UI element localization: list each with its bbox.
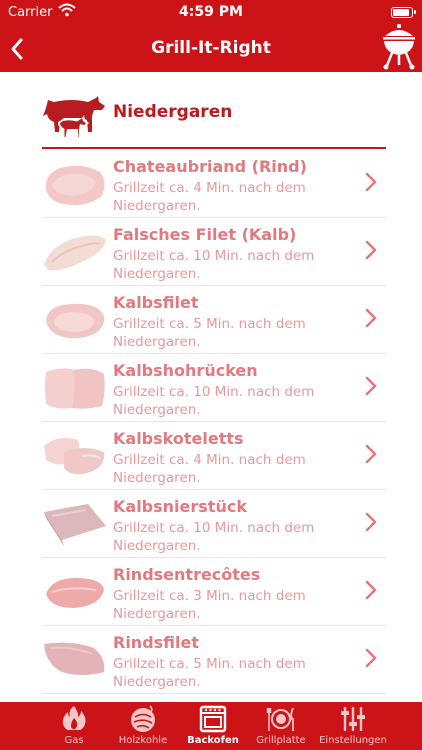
tab-bar: Gas Holzkohle Backofen Grillplatte Einst… bbox=[0, 702, 422, 750]
meat-thumbnail bbox=[44, 642, 105, 675]
flame-icon bbox=[62, 706, 86, 732]
tab-einstellungen[interactable]: Einstellungen bbox=[316, 702, 390, 750]
chevron-right-icon bbox=[365, 444, 377, 464]
meat-thumbnail bbox=[46, 578, 104, 608]
cut-list: Chateaubriand (Rind) Grillzeit ca. 4 Min… bbox=[42, 150, 386, 694]
meat-thumbnail bbox=[46, 303, 105, 339]
chevron-right-icon bbox=[365, 240, 377, 260]
tab-label: Grillplatte bbox=[256, 735, 306, 746]
list-item-kalbsfilet[interactable]: Kalbsfilet Grillzeit ca. 5 Min. nach dem… bbox=[42, 286, 386, 354]
list-item-kalbshohruecken[interactable]: Kalbshohrücken Grillzeit ca. 10 Min. nac… bbox=[42, 354, 386, 422]
item-title: Kalbsfilet bbox=[113, 293, 199, 312]
meat-thumbnail bbox=[44, 235, 106, 271]
item-description: Grillzeit ca. 3 Min. nach dem Niedergare… bbox=[113, 588, 306, 622]
clock: 4:59 PM bbox=[179, 4, 243, 20]
chevron-right-icon bbox=[365, 648, 377, 668]
chevron-right-icon bbox=[365, 580, 377, 600]
chevron-right-icon bbox=[365, 172, 377, 192]
meat-thumbnail bbox=[45, 165, 105, 205]
tab-holzkohle[interactable]: Holzkohle bbox=[112, 702, 174, 750]
item-title: Chateaubriand (Rind) bbox=[113, 157, 307, 176]
item-title: Rindsfilet bbox=[113, 633, 200, 652]
item-description: Grillzeit ca. 5 Min. nach dem Niedergare… bbox=[113, 316, 306, 350]
item-description: Grillzeit ca. 10 Min. nach dem Niedergar… bbox=[113, 384, 315, 418]
list-item-rindsfilet[interactable]: Rindsfilet Grillzeit ca. 5 Min. nach dem… bbox=[42, 626, 386, 694]
status-bar: Carrier 4:59 PM bbox=[0, 0, 422, 26]
chevron-right-icon bbox=[365, 512, 377, 532]
item-title: Kalbskoteletts bbox=[113, 429, 244, 448]
item-description: Grillzeit ca. 4 Min. nach dem Niedergare… bbox=[113, 452, 306, 486]
tab-grillplatte[interactable]: Grillplatte bbox=[252, 702, 310, 750]
cow-and-calf-icon bbox=[43, 96, 105, 138]
list-item-chateaubriand[interactable]: Chateaubriand (Rind) Grillzeit ca. 4 Min… bbox=[42, 150, 386, 218]
list-item-kalbsnierstueck[interactable]: Kalbsnierstück Grillzeit ca. 10 Min. nac… bbox=[42, 490, 386, 558]
kettle-grill-icon[interactable] bbox=[380, 22, 418, 70]
charcoal-icon bbox=[131, 705, 155, 732]
tab-label: Holzkohle bbox=[118, 735, 168, 746]
list-item-rindsentrecotes[interactable]: Rindsentrecôtes Grillzeit ca. 3 Min. nac… bbox=[42, 558, 386, 626]
chevron-right-icon bbox=[365, 376, 377, 396]
sliders-icon bbox=[341, 707, 365, 731]
oven-icon bbox=[199, 705, 227, 733]
item-description: Grillzeit ca. 10 Min. nach dem Niedergar… bbox=[113, 248, 315, 282]
tab-gas[interactable]: Gas bbox=[48, 702, 100, 750]
list-item-kalbskoteletts[interactable]: Kalbskoteletts Grillzeit ca. 4 Min. nach… bbox=[42, 422, 386, 490]
chevron-right-icon bbox=[365, 308, 377, 328]
section-header: Niedergaren bbox=[42, 92, 386, 149]
item-description: Grillzeit ca. 4 Min. nach dem Niedergare… bbox=[113, 180, 306, 214]
item-title: Falsches Filet (Kalb) bbox=[113, 225, 297, 244]
meat-thumbnail bbox=[44, 438, 105, 475]
page-title: Grill-It-Right bbox=[151, 38, 271, 58]
section-title: Niedergaren bbox=[113, 102, 233, 122]
plate-cutlery-icon bbox=[266, 707, 294, 731]
tab-label: Backofen bbox=[187, 735, 239, 746]
tab-label: Gas bbox=[64, 735, 84, 746]
tab-label: Einstellungen bbox=[319, 735, 387, 746]
item-title: Kalbsnierstück bbox=[113, 497, 247, 516]
battery-icon bbox=[391, 7, 416, 18]
navigation-bar: Grill-It-Right bbox=[0, 24, 422, 72]
item-title: Rindsentrecôtes bbox=[113, 565, 261, 584]
item-description: Grillzeit ca. 10 Min. nach dem Niedergar… bbox=[113, 520, 315, 554]
meat-thumbnail bbox=[45, 368, 105, 409]
item-title: Kalbshohrücken bbox=[113, 361, 258, 380]
meat-thumbnail bbox=[44, 504, 106, 546]
item-description: Grillzeit ca. 5 Min. nach dem Niedergare… bbox=[113, 656, 306, 690]
tab-backofen[interactable]: Backofen bbox=[183, 702, 243, 750]
list-item-falsches-filet[interactable]: Falsches Filet (Kalb) Grillzeit ca. 10 M… bbox=[42, 218, 386, 286]
